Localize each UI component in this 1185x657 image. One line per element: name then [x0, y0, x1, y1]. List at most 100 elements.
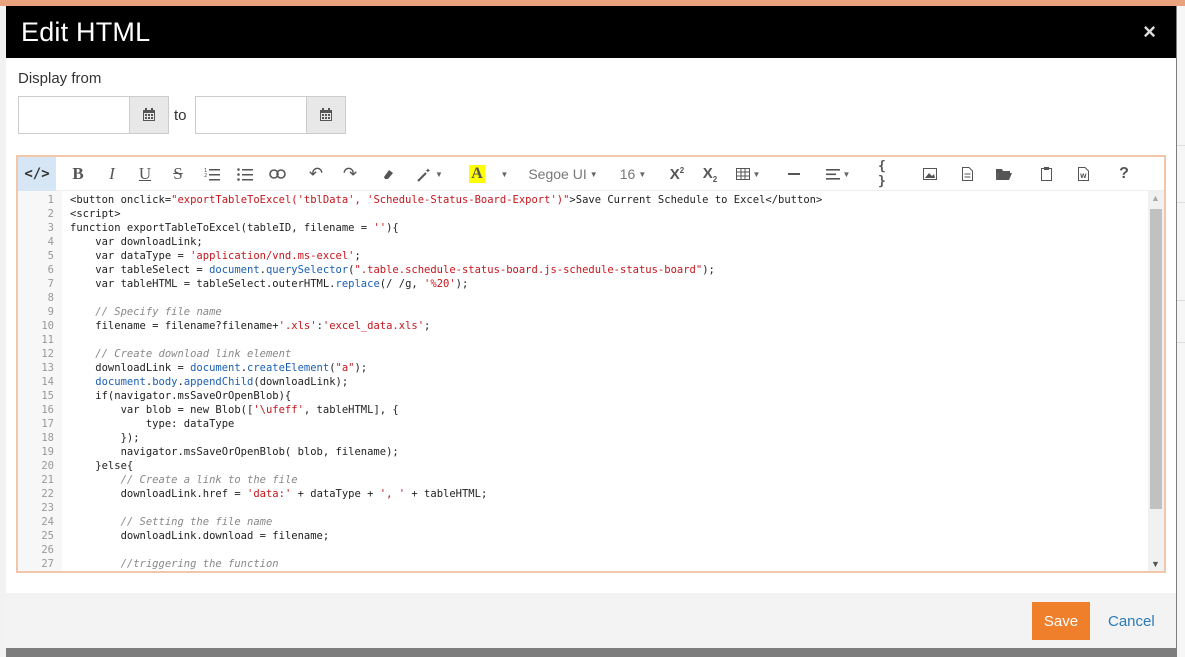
line-number: 13	[41, 362, 54, 374]
code-editor[interactable]: 1 <button onclick="exportTableToExcel('tb…	[18, 191, 1148, 571]
scroll-up-icon[interactable]: ▲	[1151, 193, 1160, 203]
redo-button[interactable]: ↷	[340, 157, 360, 191]
html-editor: </> B I U S 12 ↶ ↷ ✦ ▼ A ▼ Segoe UI ▼ 16…	[16, 155, 1166, 573]
subscript-button[interactable]: X2	[699, 157, 721, 191]
code-line[interactable]: 14 document.body.appendChild(downloadLin…	[18, 375, 1128, 389]
calendar-to-button[interactable]	[306, 96, 346, 134]
code-line[interactable]: 18 });	[18, 431, 1128, 445]
code-text: <script>	[70, 208, 121, 220]
undo-button[interactable]: ↶	[306, 157, 326, 191]
word-paste-button[interactable]: W	[1073, 157, 1093, 191]
line-number: 20	[41, 460, 54, 472]
help-button[interactable]: ?	[1114, 157, 1134, 191]
undo-icon: ↶	[308, 164, 324, 183]
superscript-icon: X2	[669, 165, 685, 183]
chevron-down-icon: ▼	[435, 169, 443, 179]
underline-button[interactable]: U	[135, 157, 155, 191]
code-line[interactable]: 10 filename = filename?filename+'.xls':'…	[18, 319, 1128, 333]
strikethrough-button[interactable]: S	[168, 157, 188, 191]
eraser-button[interactable]	[378, 157, 398, 191]
magic-wand-button[interactable]: ✦ ▼	[413, 157, 447, 191]
font-size-value: 16	[619, 166, 636, 182]
folder-button[interactable]	[994, 157, 1014, 191]
code-text: var blob = new Blob(['\ufeff', tableHTML…	[70, 404, 399, 416]
document-button[interactable]	[957, 157, 977, 191]
calendar-icon	[320, 108, 332, 121]
code-line[interactable]: 12 // Create download link element	[18, 347, 1128, 361]
word-document-icon: W	[1077, 167, 1089, 181]
code-text: function exportTableToExcel(tableID, fil…	[70, 222, 399, 234]
line-number: 7	[47, 278, 54, 290]
bold-icon: B	[72, 164, 84, 183]
scroll-down-icon[interactable]: ▼	[1151, 559, 1160, 569]
align-left-icon	[825, 168, 840, 180]
code-text: downloadLink = document.createElement("a…	[70, 362, 368, 374]
code-block-button[interactable]: { }	[878, 157, 900, 191]
code-line[interactable]: 23	[18, 501, 1128, 515]
subscript-icon: X2	[702, 164, 718, 184]
code-line[interactable]: 21 // Create a link to the file	[18, 473, 1128, 487]
code-line[interactable]: 22 downloadLink.href = 'data:' + dataTyp…	[18, 487, 1128, 501]
code-line[interactable]: 15 if(navigator.msSaveOrOpenBlob){	[18, 389, 1128, 403]
code-view-button[interactable]: </>	[18, 157, 56, 191]
ordered-list-button[interactable]: 12	[201, 157, 223, 191]
code-line[interactable]: 24 // Setting the file name	[18, 515, 1128, 529]
image-button[interactable]	[920, 157, 940, 191]
dialog-header: Edit HTML ×	[6, 6, 1176, 58]
code-line[interactable]: 13 downloadLink = document.createElement…	[18, 361, 1128, 375]
chevron-down-icon: ▼	[842, 169, 851, 179]
svg-text:2: 2	[204, 173, 207, 179]
svg-text:W: W	[1080, 173, 1087, 180]
calendar-from-button[interactable]	[129, 96, 169, 134]
bold-button[interactable]: B	[68, 157, 88, 191]
font-size-select[interactable]: 16 ▼	[618, 157, 648, 191]
table-button[interactable]: ▼	[732, 157, 764, 191]
code-line[interactable]: 1 <button onclick="exportTableToExcel('tb…	[18, 193, 1128, 207]
code-line[interactable]: 3 function exportTableToExcel(tableID, fi…	[18, 221, 1128, 235]
code-line[interactable]: 17 type: dataType	[18, 417, 1128, 431]
scroll-thumb[interactable]	[1150, 209, 1162, 509]
code-text: // Create a link to the file	[120, 474, 298, 486]
bullet-list-icon	[237, 168, 253, 181]
code-line[interactable]: 11	[18, 333, 1128, 347]
text-color-dropdown[interactable]: ▼	[496, 157, 510, 191]
line-number: 9	[47, 306, 54, 318]
document-icon	[961, 167, 973, 181]
superscript-button[interactable]: X2	[666, 157, 688, 191]
code-text: // Create download link element	[95, 348, 292, 360]
code-line[interactable]: 25 downloadLink.download = filename;	[18, 529, 1128, 543]
editor-scrollbar[interactable]: ▲ ▼	[1148, 191, 1164, 571]
code-line[interactable]: 9 // Specify file name	[18, 305, 1128, 319]
code-line[interactable]: 16 var blob = new Blob(['\ufeff', tableH…	[18, 403, 1128, 417]
code-line[interactable]: 7 var tableHTML = tableSelect.outerHTML.…	[18, 277, 1128, 291]
strikethrough-icon: S	[173, 164, 183, 183]
italic-button[interactable]: I	[102, 157, 122, 191]
close-button[interactable]: ×	[1143, 19, 1156, 45]
code-line[interactable]: 26	[18, 543, 1128, 557]
save-button[interactable]: Save	[1032, 602, 1090, 640]
code-text: downloadLink.download = filename;	[70, 530, 330, 542]
code-line[interactable]: 2 <script>	[18, 207, 1128, 221]
svg-text:✦: ✦	[425, 167, 431, 175]
date-to-input[interactable]	[195, 96, 306, 134]
link-button[interactable]	[266, 157, 288, 191]
code-line[interactable]: 8	[18, 291, 1128, 305]
code-line[interactable]: 5 var dataType = 'application/vnd.ms-exc…	[18, 249, 1128, 263]
paste-button[interactable]	[1036, 157, 1056, 191]
date-from-input[interactable]	[18, 96, 129, 134]
code-line[interactable]: 6 var tableSelect = document.querySelect…	[18, 263, 1128, 277]
cancel-link[interactable]: Cancel	[1108, 613, 1155, 630]
line-number: 10	[41, 320, 54, 332]
image-icon	[923, 168, 937, 180]
horizontal-rule-button[interactable]	[784, 157, 804, 191]
font-family-select[interactable]: Segoe UI ▼	[526, 157, 600, 191]
bullet-list-button[interactable]	[234, 157, 256, 191]
text-color-button[interactable]: A	[467, 157, 487, 191]
code-line[interactable]: 4 var downloadLink;	[18, 235, 1128, 249]
code-line[interactable]: 27 //triggering the function	[18, 557, 1128, 571]
align-button[interactable]: ▼	[822, 157, 854, 191]
code-line[interactable]: 19 navigator.msSaveOrOpenBlob( blob, fil…	[18, 445, 1128, 459]
underline-icon: U	[138, 164, 152, 183]
line-number: 22	[41, 488, 54, 500]
code-line[interactable]: 20 }else{	[18, 459, 1128, 473]
